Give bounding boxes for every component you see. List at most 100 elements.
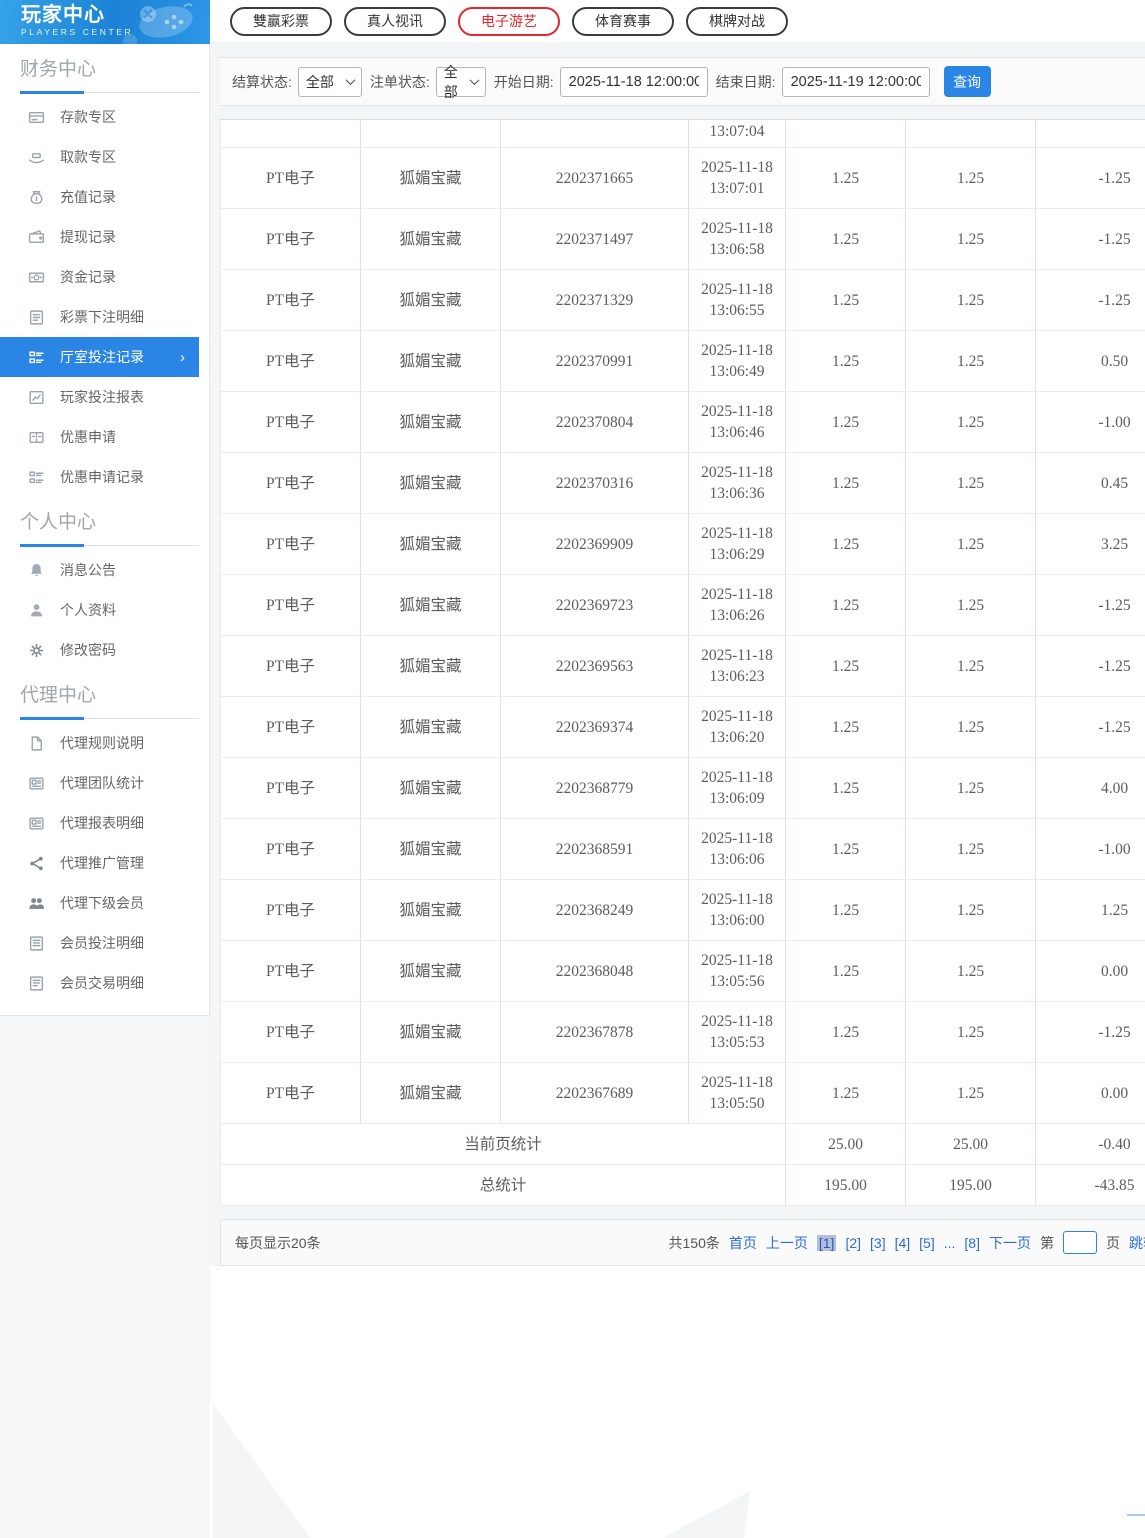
cell-winloss — [1035, 119, 1145, 148]
cell-order-no: 2202369909 — [500, 513, 689, 575]
table-row: PT电子 狐媚宝藏 2202369909 2025-11-18 13:06:29… — [220, 513, 1145, 575]
sidebar-item-agent-team-stats[interactable]: 代理团队统计 — [0, 763, 199, 803]
tab-sports[interactable]: 体育赛事 — [572, 6, 674, 36]
cell-winloss: -1.00 — [1035, 818, 1145, 880]
sidebar-item-agent-rules[interactable]: 代理规则说明 — [0, 723, 199, 763]
cell-bet: 1.25 — [785, 147, 906, 209]
bell-icon — [27, 561, 45, 579]
cell-order-no: 2202371497 — [500, 208, 689, 270]
first-page-link[interactable]: 首页 — [729, 1233, 757, 1253]
pagination-bar: 每页显示20条 共150条 首页 上一页 [1] [2] [3] [4] [5]… — [220, 1219, 1145, 1266]
sidebar-item-hall-bet-records[interactable]: 厅室投注记录 › — [0, 337, 199, 377]
cell-platform: PT电子 — [220, 1062, 361, 1124]
total-summary-row: 总统计 195.00 195.00 -43.85 — [220, 1164, 1145, 1206]
cell-winloss: -1.25 — [1035, 574, 1145, 636]
sidebar-item-recharge-records[interactable]: 充值记录 — [0, 177, 199, 217]
sidebar-item-deposit-zone[interactable]: 存款专区 — [0, 97, 199, 137]
search-button[interactable]: 查询 — [943, 66, 991, 97]
total-count: 共150条 — [668, 1234, 720, 1251]
cell-valid-bet: 1.25 — [905, 452, 1036, 514]
tab-electronic-games[interactable]: 电子游艺 — [458, 6, 560, 36]
cell-winloss: -1.25 — [1035, 208, 1145, 270]
cell-winloss: 4.00 — [1035, 757, 1145, 819]
jump-button[interactable]: 跳转 — [1129, 1233, 1145, 1253]
bet-records-table-wrap: 13:07:04 PT电子 狐媚宝藏 2202371665 2025-11-18… — [220, 119, 1145, 1206]
cell-winloss: 0.45 — [1035, 452, 1145, 514]
newspaper-icon — [27, 814, 45, 832]
sidebar-item-withdrawal-records[interactable]: 提现记录 — [0, 217, 199, 257]
start-date-input[interactable] — [559, 66, 708, 97]
table-row: PT电子 狐媚宝藏 2202370991 2025-11-18 13:06:49… — [220, 330, 1145, 392]
sidebar-panel: 财务中心 存款专区 取款专区 充值记录 提现记录 资金记录 彩票下注明细 厅室投… — [0, 44, 210, 1016]
table-row: PT电子 狐媚宝藏 2202370804 2025-11-18 13:06:46… — [220, 391, 1145, 453]
sidebar-item-member-transaction-details[interactable]: 会员交易明细 — [0, 963, 199, 1003]
table-row: PT电子 狐媚宝藏 2202369723 2025-11-18 13:06:26… — [220, 574, 1145, 636]
cell-platform: PT电子 — [220, 574, 361, 636]
cell-valid-bet: 1.25 — [905, 1062, 1036, 1124]
cell-order-no: 2202368591 — [500, 818, 689, 880]
cell-order-no — [500, 119, 689, 148]
cell-valid-bet — [905, 119, 1036, 148]
cell-bet: 1.25 — [785, 452, 906, 514]
page-link-4[interactable]: [4] — [895, 1235, 911, 1251]
personal-menu: 消息公告 个人资料 修改密码 — [0, 550, 209, 670]
sidebar-item-promo-apply[interactable]: 优惠申请 — [0, 417, 199, 457]
cell-time: 2025-11-18 13:06:55 — [688, 269, 786, 331]
cell-time: 2025-11-18 13:06:06 — [688, 818, 786, 880]
sidebar-item-member-bet-details[interactable]: 会员投注明细 — [0, 923, 199, 963]
main-content: 雙赢彩票 真人视讯 电子游艺 体育赛事 棋牌对战 结算状态: 全部 注单状态: … — [210, 0, 1145, 1538]
cell-bet: 1.25 — [785, 1062, 906, 1124]
per-page-label: 每页显示20条 — [235, 1234, 321, 1251]
cell-game: 狐媚宝藏 — [360, 879, 501, 941]
cell-winloss: -1.25 — [1035, 1001, 1145, 1063]
sidebar-item-change-password[interactable]: 修改密码 — [0, 630, 199, 670]
cell-valid-bet: 1.25 — [905, 330, 1036, 392]
page-link-8[interactable]: [8] — [964, 1235, 980, 1251]
sidebar-item-announcements[interactable]: 消息公告 — [0, 550, 199, 590]
section-title-finance: 财务中心 — [20, 59, 97, 80]
cell-valid-bet: 1.25 — [905, 391, 1036, 453]
order-status-label: 注单状态: — [369, 73, 430, 90]
tab-lottery[interactable]: 雙赢彩票 — [230, 6, 332, 36]
cell-platform: PT电子 — [220, 208, 361, 270]
cell-bet — [785, 119, 906, 148]
pagination-controls: 共150条 首页 上一页 [1] [2] [3] [4] [5] ... [8]… — [669, 1231, 1145, 1254]
table-row: PT电子 狐媚宝藏 2202368779 2025-11-18 13:06:09… — [220, 757, 1145, 819]
sidebar-item-player-bet-report[interactable]: 玩家投注报表 — [0, 377, 199, 417]
game-category-tabs: 雙赢彩票 真人视讯 电子游艺 体育赛事 棋牌对战 — [210, 0, 1145, 42]
jump-page-input[interactable] — [1063, 1231, 1097, 1254]
sidebar-item-promo-apply-records[interactable]: 优惠申请记录 — [0, 457, 199, 497]
cell-order-no: 2202370991 — [500, 330, 689, 392]
sidebar-item-withdraw-zone[interactable]: 取款专区 — [0, 137, 199, 177]
order-status-select[interactable]: 全部 — [435, 64, 486, 100]
prev-page-link[interactable]: 上一页 — [766, 1233, 808, 1253]
sidebar-item-profile[interactable]: 个人资料 — [0, 590, 199, 630]
cell-time: 2025-11-18 13:06:23 — [688, 635, 786, 697]
page-link-2[interactable]: [2] — [845, 1235, 861, 1251]
cell-time: 2025-11-18 13:06:26 — [688, 574, 786, 636]
cell-winloss: -1.25 — [1035, 696, 1145, 758]
table-row: PT电子 狐媚宝藏 2202367878 2025-11-18 13:05:53… — [220, 1001, 1145, 1063]
cell-bet: 1.25 — [785, 696, 906, 758]
tab-live-casino[interactable]: 真人视讯 — [344, 6, 446, 36]
page-summary-winloss: -0.40 — [1035, 1123, 1145, 1165]
page-link-1[interactable]: [1] — [816, 1234, 837, 1251]
page-link-3[interactable]: [3] — [870, 1235, 886, 1251]
sidebar-item-lottery-bet-details[interactable]: 彩票下注明细 — [0, 297, 199, 337]
total-summary-label: 总统计 — [220, 1164, 786, 1206]
sidebar-item-agent-sub-members[interactable]: 代理下级会员 — [0, 883, 199, 923]
cell-platform: PT电子 — [220, 147, 361, 209]
next-page-link[interactable]: 下一页 — [989, 1233, 1031, 1253]
cell-valid-bet: 1.25 — [905, 1001, 1036, 1063]
sidebar-item-agent-promotion[interactable]: 代理推广管理 — [0, 843, 199, 883]
cell-winloss: 3.25 — [1035, 513, 1145, 575]
settle-status-select[interactable]: 全部 — [297, 66, 362, 97]
document-lines-icon — [27, 934, 45, 952]
sidebar-item-funds-records[interactable]: 资金记录 — [0, 257, 199, 297]
cell-time: 2025-11-18 13:06:29 — [688, 513, 786, 575]
cell-order-no: 2202368048 — [500, 940, 689, 1002]
tab-board-games[interactable]: 棋牌对战 — [686, 6, 788, 36]
page-link-5[interactable]: [5] — [919, 1235, 935, 1251]
sidebar-item-agent-report-details[interactable]: 代理报表明细 — [0, 803, 199, 843]
end-date-input[interactable] — [781, 66, 930, 97]
